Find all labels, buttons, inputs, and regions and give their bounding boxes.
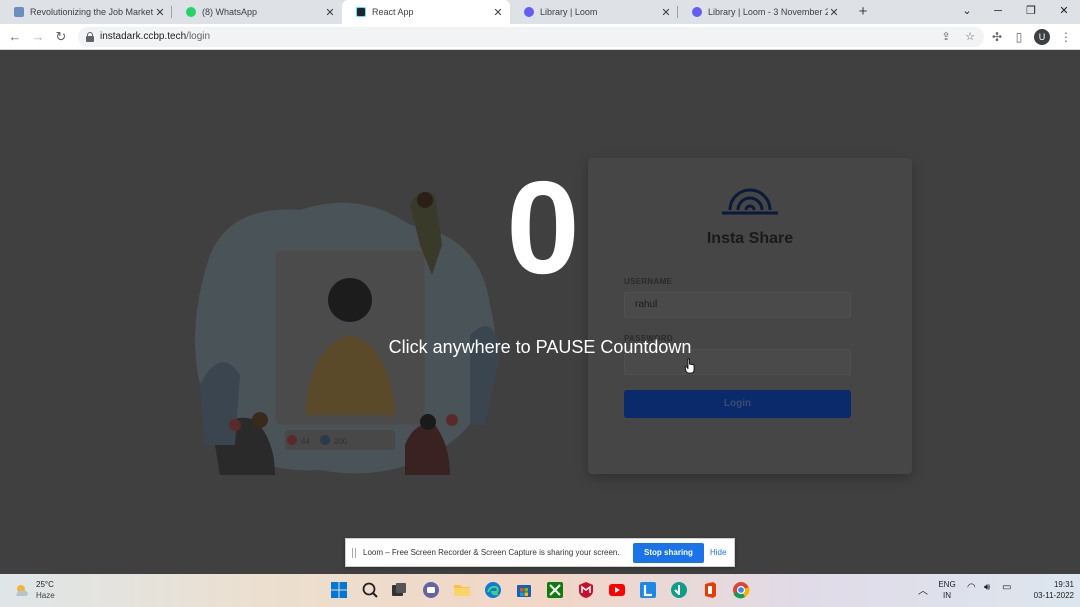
close-tab-icon[interactable]: ✕ <box>828 6 840 19</box>
system-clock[interactable]: 19:31 03-11-2022 <box>1016 579 1074 601</box>
url-path: /login <box>186 31 211 42</box>
browser-toolbar: ← → ↻ instadark.ccbp.tech/login ⇪ ☆ ✣ ▯ … <box>0 24 1080 50</box>
temperature: 25°C <box>36 580 54 589</box>
volume-icon[interactable]: 🔊︎ <box>984 582 990 593</box>
tab-title: Library | Loom - 3 November 20 <box>708 7 828 17</box>
mcafee-icon[interactable] <box>577 581 595 599</box>
username-value: rahul <box>635 299 658 310</box>
restore-button[interactable]: ❐ <box>1015 0 1047 24</box>
stop-sharing-button[interactable]: Stop sharing <box>633 543 704 563</box>
search-icon[interactable] <box>361 581 379 599</box>
page-viewport[interactable]: 44 200 Insta Share USERNAME rahul PASSWO… <box>0 50 1080 574</box>
teams-chat-icon[interactable] <box>422 581 440 599</box>
edge-browser-icon[interactable] <box>484 581 502 599</box>
tab-title: Revolutionizing the Job Market | <box>30 7 154 17</box>
comments-count: 200 <box>334 437 348 446</box>
windows-taskbar: 25°C Haze ︿ ENG IN ◠ 🔊︎ ▭ 19:31 03-11-20… <box>0 574 1080 607</box>
pause-countdown-message[interactable]: Click anywhere to PAUSE Countdown <box>0 337 1080 358</box>
loom-sharing-bar: Loom – Free Screen Recorder & Screen Cap… <box>345 538 735 567</box>
login-button[interactable]: Login <box>624 390 851 418</box>
close-tab-icon[interactable]: ✕ <box>324 6 336 19</box>
browser-menu-icon[interactable]: ⋮ <box>1057 28 1075 46</box>
tab-title: Library | Loom <box>540 7 598 17</box>
youtube-icon[interactable] <box>608 581 626 599</box>
tab-title: React App <box>372 7 414 17</box>
weather-condition: Haze <box>36 591 55 600</box>
profile-avatar[interactable]: U <box>1034 29 1050 45</box>
job-market-favicon-icon <box>14 7 24 17</box>
loom-app-icon[interactable] <box>639 581 657 599</box>
file-explorer-icon[interactable] <box>453 581 471 599</box>
tab-loom-library[interactable]: Library | Loom ✕ <box>510 0 678 24</box>
clock-time: 19:31 <box>1053 580 1074 589</box>
share-icon[interactable]: ⇪ <box>938 29 954 45</box>
new-tab-button[interactable]: + <box>855 3 871 21</box>
extensions-puzzle-icon[interactable]: ✣ <box>988 28 1006 46</box>
wifi-icon[interactable]: ◠ <box>967 582 976 593</box>
likes-count: 44 <box>301 437 310 446</box>
tab-whatsapp[interactable]: (8) WhatsApp ✕ <box>172 0 342 24</box>
mouse-pointer-icon <box>684 358 695 374</box>
reload-button[interactable]: ↻ <box>51 27 71 47</box>
username-input[interactable]: rahul <box>624 292 851 318</box>
close-window-button[interactable]: ✕ <box>1048 0 1080 24</box>
close-tab-icon[interactable]: ✕ <box>660 6 672 19</box>
show-hidden-icons-chevron-icon[interactable]: ︿ <box>918 582 928 597</box>
forward-button[interactable]: → <box>28 27 48 47</box>
windows-start-icon[interactable] <box>330 581 348 599</box>
loom-favicon-icon <box>692 7 702 17</box>
hide-button[interactable]: Hide <box>710 548 726 557</box>
xbox-icon[interactable] <box>546 581 564 599</box>
countdown-number[interactable]: 0 <box>0 162 1080 294</box>
microsoft-store-icon[interactable] <box>515 581 533 599</box>
teal-app-icon[interactable] <box>670 581 688 599</box>
close-tab-icon[interactable]: ✕ <box>154 6 166 19</box>
side-panel-icon[interactable]: ▯ <box>1010 28 1028 46</box>
tab-title: (8) WhatsApp <box>202 7 258 17</box>
url-host: instadark.ccbp.tech <box>100 31 187 42</box>
office-icon[interactable] <box>701 581 719 599</box>
battery-icon[interactable]: ▭ <box>1002 582 1011 593</box>
back-button[interactable]: ← <box>5 27 25 47</box>
drag-handle-icon[interactable] <box>352 548 356 558</box>
tab-strip: Revolutionizing the Job Market | ✕ (8) W… <box>0 0 1080 24</box>
tab-loom-library-nov[interactable]: Library | Loom - 3 November 20 ✕ <box>678 0 846 24</box>
url-text[interactable]: instadark.ccbp.tech/login <box>100 31 210 42</box>
haze-weather-icon <box>16 585 28 596</box>
tab-search-chevron-icon[interactable]: ⌄ <box>951 0 983 24</box>
chrome-icon[interactable] <box>732 581 750 599</box>
react-favicon-icon <box>356 7 366 17</box>
address-bar[interactable]: instadark.ccbp.tech/login ⇪ ☆ <box>78 27 984 47</box>
whatsapp-favicon-icon <box>186 7 196 17</box>
loom-favicon-icon <box>524 7 534 17</box>
tab-job-market[interactable]: Revolutionizing the Job Market | ✕ <box>0 0 172 24</box>
tab-react-app[interactable]: React App ✕ <box>342 0 510 24</box>
task-view-icon[interactable] <box>390 581 408 599</box>
sharing-message: Loom – Free Screen Recorder & Screen Cap… <box>363 548 620 557</box>
close-tab-icon[interactable]: ✕ <box>492 6 504 19</box>
lock-icon[interactable] <box>86 32 94 42</box>
language-code: ENG <box>938 580 956 589</box>
clock-date: 03-11-2022 <box>1033 591 1074 600</box>
language-indicator[interactable]: ENG IN <box>934 579 960 601</box>
weather-widget[interactable]: 25°C Haze <box>12 580 92 602</box>
language-region: IN <box>943 591 951 600</box>
bookmark-star-icon[interactable]: ☆ <box>962 29 978 45</box>
minimize-button[interactable]: ─ <box>982 0 1014 24</box>
